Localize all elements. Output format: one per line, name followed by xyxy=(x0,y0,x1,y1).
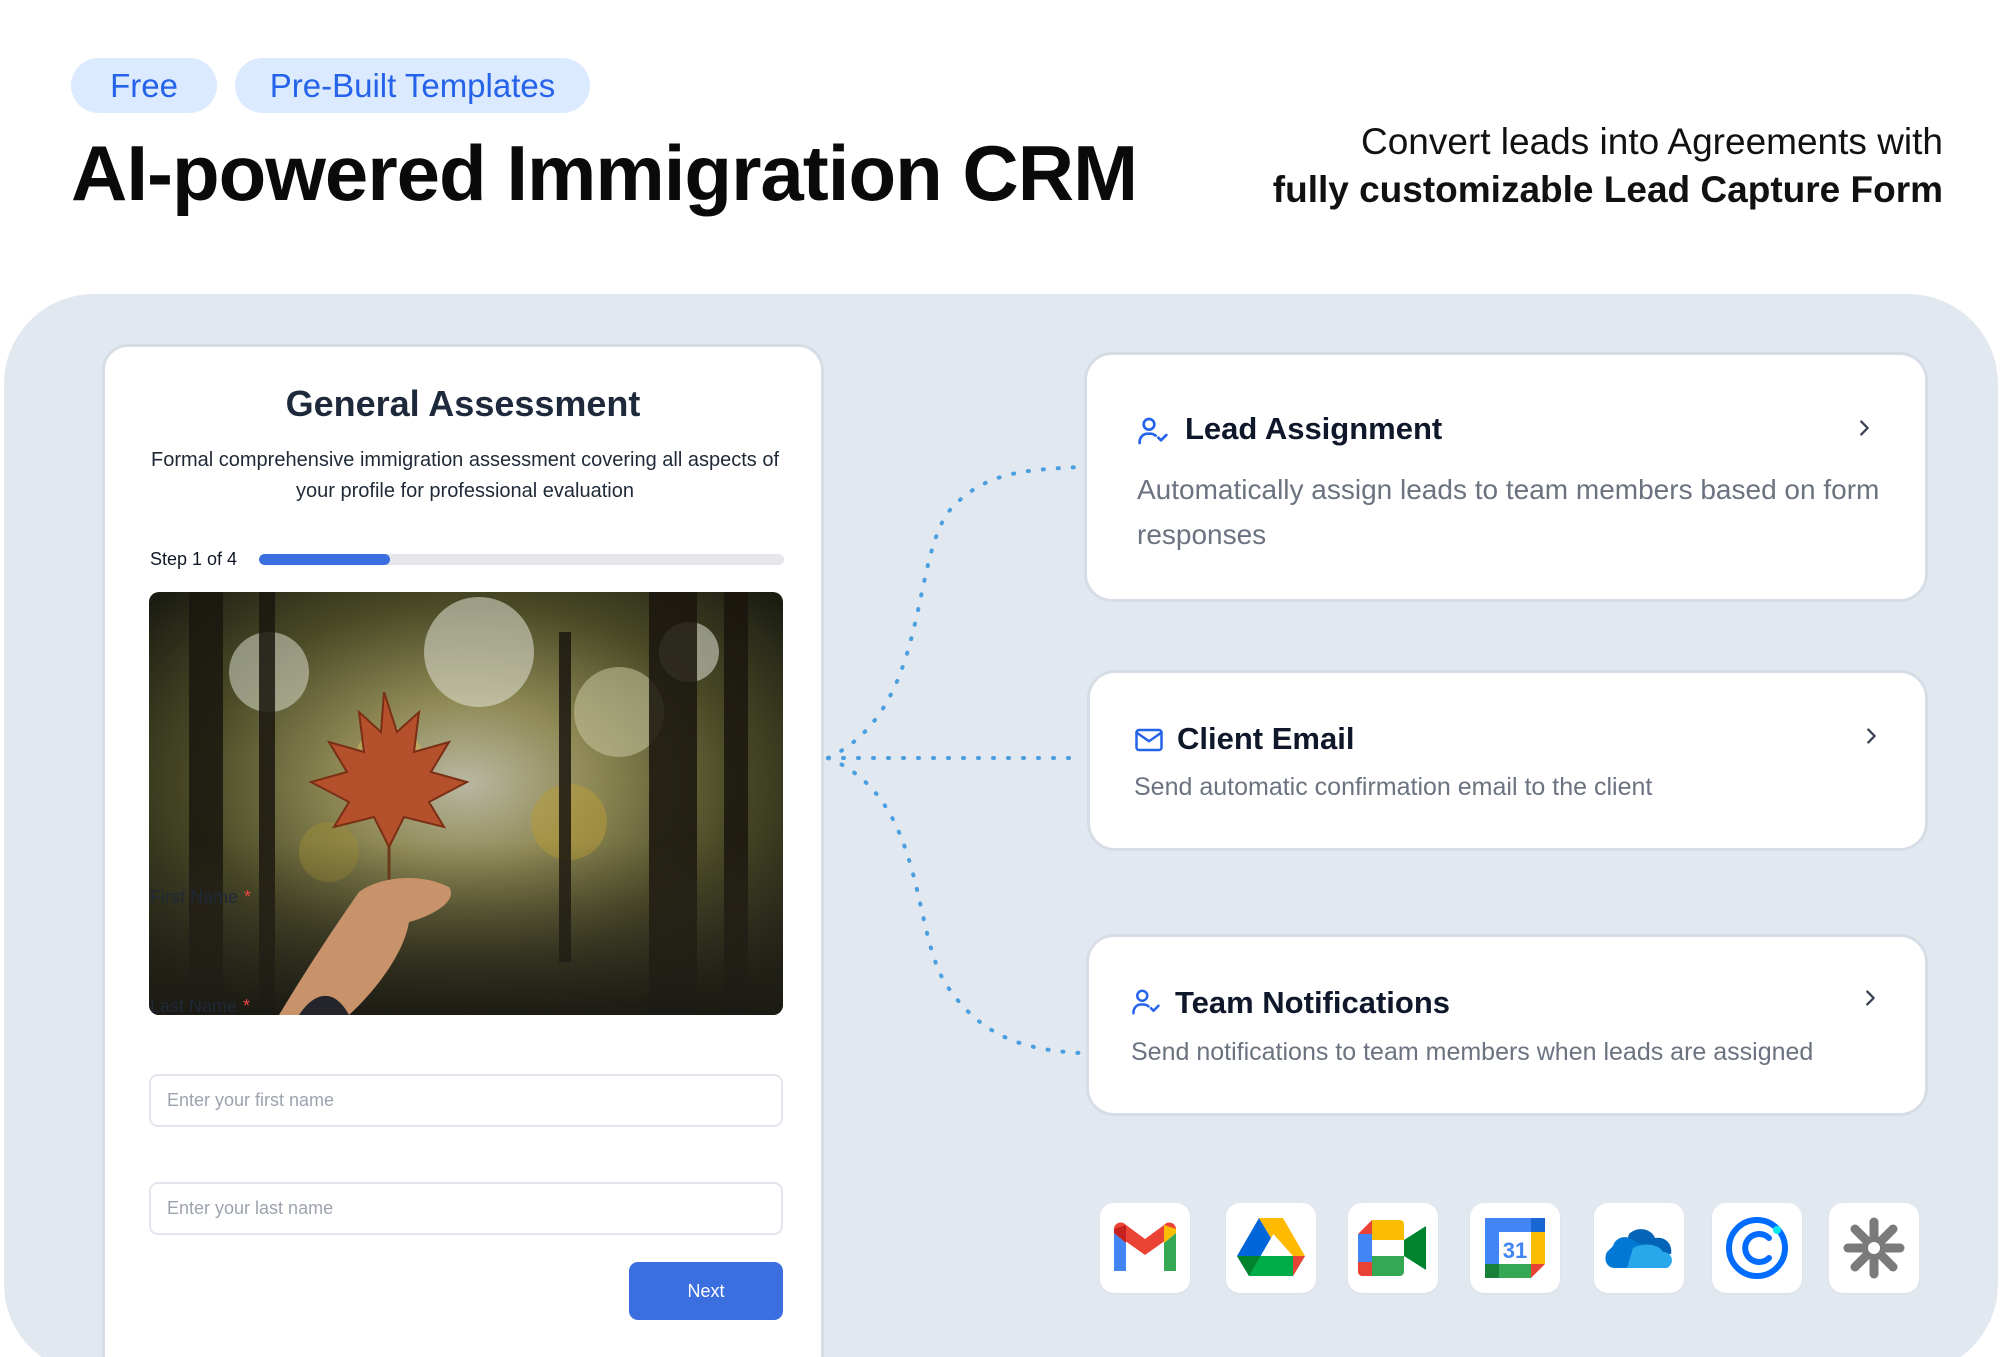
form-description: Formal comprehensive immigration assessm… xyxy=(150,449,780,502)
required-marker: * xyxy=(244,887,252,907)
last-name-input[interactable] xyxy=(149,1182,783,1235)
first-name-label-text: First Name xyxy=(150,887,239,907)
form-title: General Assessment xyxy=(285,383,641,424)
feature-description: Send notifications to team members when … xyxy=(1131,1038,1814,1066)
required-marker: * xyxy=(243,996,251,1016)
zapier-icon[interactable] xyxy=(1829,1203,1919,1293)
user-check-icon xyxy=(1137,415,1169,452)
first-name-label: First Name * xyxy=(150,887,251,908)
user-check-icon xyxy=(1131,987,1161,1022)
last-name-label-text: Last Name xyxy=(150,996,238,1016)
feature-title: Lead Assignment xyxy=(1185,411,1443,446)
chevron-right-icon[interactable] xyxy=(1860,725,1882,752)
calendly-icon[interactable] xyxy=(1712,1203,1802,1293)
feature-description: Automatically assign leads to team membe… xyxy=(1137,474,1880,550)
feature-card-client-email[interactable]: Client Email Send automatic confirmation… xyxy=(1087,670,1928,851)
feature-title: Client Email xyxy=(1177,721,1355,756)
chevron-right-icon[interactable] xyxy=(1859,987,1881,1014)
calendar-day-text: 31 xyxy=(1503,1238,1527,1263)
gmail-icon[interactable] xyxy=(1100,1203,1190,1293)
feature-card-team-notifications[interactable]: Team Notifications Send notifications to… xyxy=(1086,934,1928,1116)
maple-leaf-photo xyxy=(149,592,783,1015)
step-indicator: Step 1 of 4 xyxy=(150,549,238,569)
chevron-right-icon[interactable] xyxy=(1853,417,1875,444)
next-button[interactable]: Next xyxy=(629,1262,783,1320)
google-meet-icon[interactable] xyxy=(1348,1203,1438,1293)
feature-title: Team Notifications xyxy=(1175,985,1451,1020)
feature-card-lead-assignment[interactable]: Lead Assignment Automatically assign lea… xyxy=(1084,352,1928,602)
mail-icon xyxy=(1134,725,1164,760)
first-name-input[interactable] xyxy=(149,1074,783,1127)
connector-lead-assignment xyxy=(826,465,1082,760)
step-progress-fill xyxy=(259,554,391,565)
last-name-label: Last Name * xyxy=(150,996,250,1017)
onedrive-icon[interactable] xyxy=(1594,1203,1684,1293)
feature-description: Send automatic confirmation email to the… xyxy=(1134,773,1653,801)
google-calendar-icon[interactable]: 31 xyxy=(1470,1203,1560,1293)
google-drive-icon[interactable] xyxy=(1226,1203,1316,1293)
step-progress-bar xyxy=(259,554,784,565)
connector-team-notifications xyxy=(826,756,1082,1055)
lead-capture-form: General Assessment Formal comprehensive … xyxy=(102,344,824,1357)
